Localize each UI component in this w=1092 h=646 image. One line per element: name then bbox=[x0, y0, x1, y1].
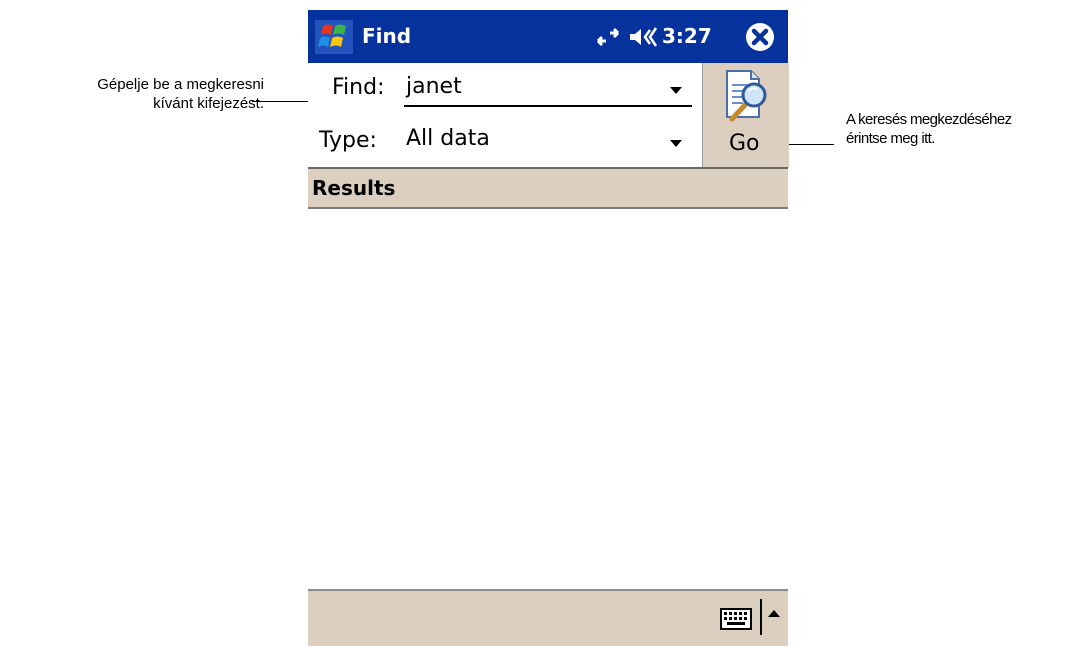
volume-icon[interactable] bbox=[628, 25, 658, 49]
app-title: Find bbox=[362, 24, 412, 48]
connectivity-icon[interactable] bbox=[594, 26, 622, 48]
clock[interactable]: 3:27 bbox=[662, 24, 712, 48]
callout-start-search-line1: A keresés megkezdéséhez bbox=[846, 111, 1012, 128]
keyboard-icon[interactable] bbox=[720, 607, 752, 631]
go-button[interactable]: Go bbox=[702, 63, 789, 168]
callout-type-term-line1: Gépelje be a megkeresni bbox=[97, 76, 264, 93]
windows-start-icon[interactable] bbox=[315, 20, 353, 54]
type-dropdown-arrow-icon[interactable] bbox=[670, 140, 682, 147]
results-header: Results bbox=[308, 169, 788, 209]
find-input-underline bbox=[404, 105, 692, 107]
go-label: Go bbox=[729, 131, 760, 156]
close-icon[interactable] bbox=[744, 21, 776, 53]
callout-type-term-line2: kívánt kifejezést. bbox=[153, 95, 264, 112]
find-dropdown-arrow-icon[interactable] bbox=[670, 87, 682, 94]
search-panel: Find: janet Type: All data Go bbox=[308, 63, 789, 168]
title-bar: Find 3:27 bbox=[308, 10, 788, 63]
results-title: Results bbox=[312, 176, 396, 200]
find-document-icon bbox=[726, 70, 767, 122]
callout-start-search: A keresés megkezdéséhez érintse meg itt. bbox=[846, 110, 1092, 148]
sip-separator bbox=[760, 599, 762, 635]
type-select[interactable]: All data bbox=[406, 126, 490, 152]
type-label: Type: bbox=[319, 128, 377, 153]
sip-up-arrow-icon[interactable] bbox=[768, 610, 780, 617]
callout-start-search-line2: érintse meg itt. bbox=[846, 130, 935, 147]
callout-type-term: Gépelje be a megkeresni kívánt kifejezés… bbox=[0, 75, 264, 113]
menu-bar bbox=[308, 589, 788, 646]
pocket-pc-screen: Find 3:27 Find: janet Type: All data Go … bbox=[308, 10, 789, 646]
find-label: Find: bbox=[332, 75, 385, 100]
find-input[interactable]: janet bbox=[406, 74, 462, 100]
